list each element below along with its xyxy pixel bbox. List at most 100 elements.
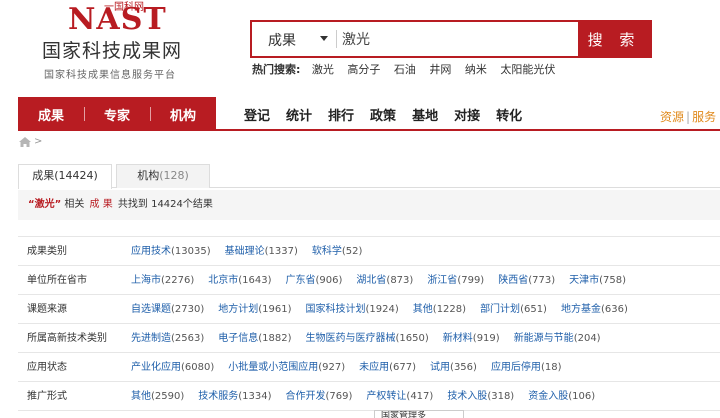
filter-option[interactable]: 天津市(758) xyxy=(569,275,626,286)
filter-option-name: 基础理论 xyxy=(224,246,265,257)
filter-label: 单位所在省市 xyxy=(27,275,87,286)
hot-search-item[interactable]: 太阳能光伏 xyxy=(500,63,555,76)
search-input[interactable] xyxy=(342,26,572,52)
nav-item-transfer[interactable]: 转化 xyxy=(496,105,522,124)
filter-option-count: (636) xyxy=(600,304,628,315)
nav-item-statistics[interactable]: 统计 xyxy=(286,105,312,124)
nav-item-achievements[interactable]: 成果 xyxy=(18,105,84,124)
summary-category: 成 果 xyxy=(89,199,113,210)
filter-option-count: (927) xyxy=(318,362,346,373)
filter-option[interactable]: 小批量或小范围应用(927) xyxy=(228,362,345,373)
filter-option-count: (2730) xyxy=(171,304,205,315)
filter-option[interactable]: 国家科技计划(1924) xyxy=(306,304,399,315)
tab-achievements[interactable]: 成果(14424) xyxy=(18,164,112,189)
hot-search-item[interactable]: 井网 xyxy=(429,63,451,76)
filter-option[interactable]: 上海市(2276) xyxy=(131,275,194,286)
nav-item-base[interactable]: 基地 xyxy=(412,105,438,124)
filter-option[interactable]: 软科学(52) xyxy=(312,246,363,257)
nav-link-resources[interactable]: 资源 xyxy=(660,110,684,124)
filter-option[interactable]: 技术服务(1334) xyxy=(198,391,271,402)
tab-label: 机构 xyxy=(137,169,160,182)
filter-option-name: 自选课题 xyxy=(131,304,171,315)
filter-option[interactable]: 其他(1228) xyxy=(413,304,466,315)
filter-option[interactable]: 技术入股(318) xyxy=(447,391,514,402)
nav-item-register[interactable]: 登记 xyxy=(244,105,270,124)
hot-search: 热门搜索: 激光 高分子 石油 井网 纳米 太阳能光伏 xyxy=(252,61,565,77)
filter-option[interactable]: 湖北省(873) xyxy=(356,275,413,286)
filter-option[interactable]: 广东省(906) xyxy=(286,275,343,286)
filter-option-name: 广东省 xyxy=(285,275,316,286)
filter-option[interactable]: 应用技术(13035) xyxy=(131,246,211,257)
search-bar: 成果 搜 索 xyxy=(250,20,652,58)
filter-label: 应用状态 xyxy=(27,362,67,373)
filter-option[interactable]: 地方基金(636) xyxy=(561,304,628,315)
filter-option-count: (356) xyxy=(450,362,477,373)
filter-option[interactable]: 产权转让(417) xyxy=(366,391,433,402)
filter-option[interactable]: 未应用(677) xyxy=(359,362,416,373)
hot-search-item[interactable]: 高分子 xyxy=(347,63,380,76)
filter-table: 成果类别 应用技术(13035) 基础理论(1337) 软科学(52) 单位所在省市 上海… xyxy=(18,236,720,411)
filter-option-count: (873) xyxy=(386,275,414,286)
filter-option[interactable]: 电子信息(1882) xyxy=(218,333,291,344)
filter-option[interactable]: 先进制造(2563) xyxy=(131,333,204,344)
filter-option[interactable]: 合作开发(769) xyxy=(286,391,353,402)
nav-underline xyxy=(216,129,720,131)
filter-label: 所属高新技术类别 xyxy=(27,333,107,344)
summary-keyword: “激光” xyxy=(28,199,62,210)
logo-subtitle: 国家科技成果信息服务平台 xyxy=(44,70,176,81)
filter-option[interactable]: 新材料(919) xyxy=(443,333,500,344)
filter-option-count: (1228) xyxy=(432,304,467,315)
primary-nav: 成果 专家 机构 xyxy=(18,97,216,131)
filter-option[interactable]: 应用后停用(18) xyxy=(491,362,562,373)
filter-option[interactable]: 北京市(1643) xyxy=(208,275,271,286)
filter-option[interactable]: 生物医药与医疗器械(1650) xyxy=(306,333,429,344)
filter-option-count: (6080) xyxy=(181,362,215,373)
filter-option[interactable]: 资金入股(106) xyxy=(528,391,595,402)
filter-option-name: 新能源与节能 xyxy=(513,333,574,344)
home-icon[interactable] xyxy=(19,137,31,147)
filter-option[interactable]: 陕西省(773) xyxy=(498,275,555,286)
filter-option-count: (758) xyxy=(599,275,626,286)
hot-search-item[interactable]: 纳米 xyxy=(465,63,487,76)
filter-option-name: 试用 xyxy=(430,362,451,373)
filter-option[interactable]: 地方计划(1961) xyxy=(218,304,291,315)
filter-option-name: 资金入股 xyxy=(528,391,569,402)
filter-option-count: (1643) xyxy=(238,275,272,286)
chevron-down-icon[interactable] xyxy=(320,36,328,41)
filter-option-name: 生物医药与医疗器械 xyxy=(305,333,396,344)
search-category-select[interactable]: 成果 xyxy=(268,30,296,50)
filter-option-name: 技术服务 xyxy=(198,391,239,402)
dropdown-popup[interactable]: 国家管理多 xyxy=(374,410,464,418)
nav-item-ranking[interactable]: 排行 xyxy=(328,105,354,124)
filter-option[interactable]: 基础理论(1337) xyxy=(225,246,298,257)
tab-institutions[interactable]: 机构(128) xyxy=(116,164,210,188)
filter-option[interactable]: 产业化应用(6080) xyxy=(131,362,214,373)
result-tabs: 成果(14424) 机构(128) xyxy=(18,164,720,189)
filter-label: 课题来源 xyxy=(27,304,67,315)
nav-item-experts[interactable]: 专家 xyxy=(84,105,150,124)
filter-option-name: 其他 xyxy=(412,304,433,315)
nav-item-institutions[interactable]: 机构 xyxy=(150,105,216,124)
filter-option-count: (1924) xyxy=(365,304,399,315)
logo-small-text: 一国科网 xyxy=(104,2,144,13)
filter-option[interactable]: 试用(356) xyxy=(430,362,477,373)
site-logo[interactable]: NAST 一国科网 国家科技成果网 国家科技成果信息服务平台 xyxy=(42,2,242,82)
hot-search-item[interactable]: 石油 xyxy=(394,63,416,76)
filter-option-count: (204) xyxy=(573,333,601,344)
filter-option[interactable]: 浙江省(799) xyxy=(427,275,484,286)
nav-link-services[interactable]: 服务 xyxy=(692,110,716,124)
filter-option-count: (651) xyxy=(520,304,547,315)
filter-option-count: (1882) xyxy=(258,333,292,344)
filter-option[interactable]: 新能源与节能(204) xyxy=(514,333,601,344)
search-button[interactable]: 搜 索 xyxy=(578,22,650,56)
nav-item-matching[interactable]: 对接 xyxy=(454,105,480,124)
hot-search-item[interactable]: 激光 xyxy=(312,63,334,76)
filter-options: 产业化应用(6080) 小批量或小范围应用(927) 未应用(677) 试用(356)… xyxy=(131,353,575,381)
filter-options: 自选课题(2730) 地方计划(1961) 国家科技计划(1924) 其他(1228)… xyxy=(131,295,642,323)
filter-option[interactable]: 自选课题(2730) xyxy=(131,304,204,315)
nav-item-policy[interactable]: 政策 xyxy=(370,105,396,124)
filter-option[interactable]: 部门计划(651) xyxy=(480,304,547,315)
nav-right-links: 资源 | 服务 xyxy=(660,110,717,124)
logo-site-name: 国家科技成果网 xyxy=(42,40,183,62)
filter-option[interactable]: 其他(2590) xyxy=(131,391,184,402)
